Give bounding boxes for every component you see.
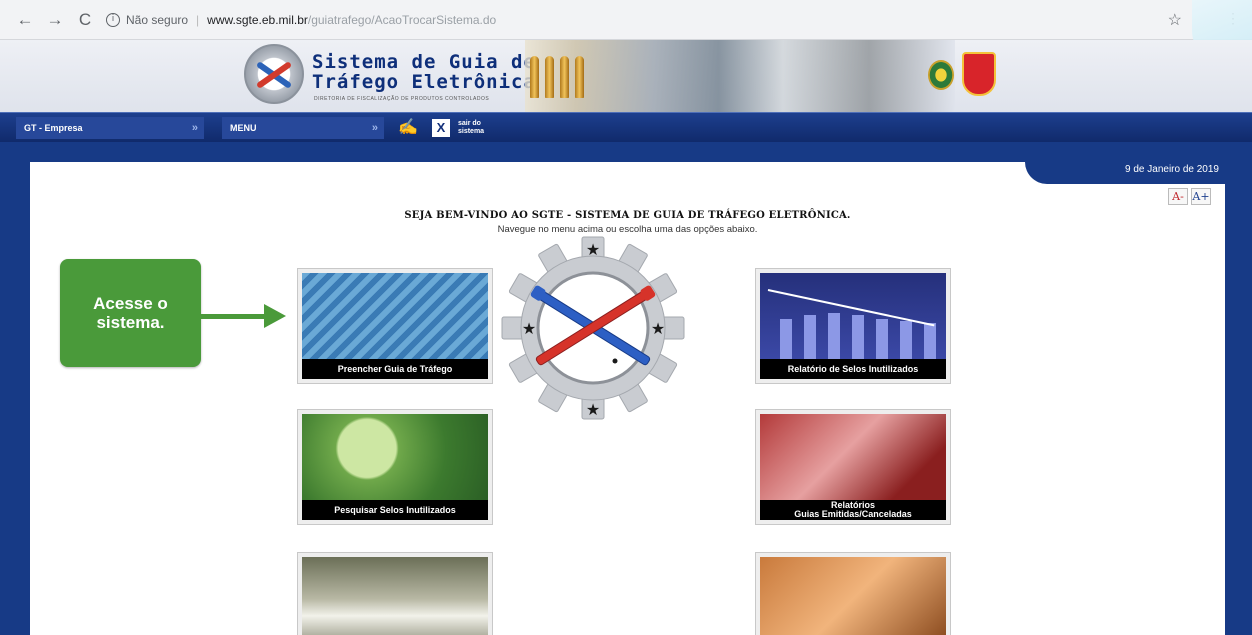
site-subtitle: DIRETORIA DE FISCALIZAÇÃO DE PRODUTOS CO… bbox=[314, 96, 490, 102]
close-icon: X bbox=[432, 119, 450, 137]
gear-emblem-icon: ★ ★ ★ ★ bbox=[501, 236, 685, 420]
tile-pesquisar-label: Pesquisar Selos Inutilizados bbox=[302, 500, 488, 520]
svg-text:★: ★ bbox=[522, 319, 536, 338]
font-decrease-button[interactable]: A- bbox=[1168, 188, 1188, 205]
forward-icon[interactable]: → bbox=[44, 9, 66, 31]
tile-impressao[interactable] bbox=[297, 552, 493, 635]
svg-text:★: ★ bbox=[586, 400, 600, 419]
shield-emblem-icon bbox=[962, 52, 996, 96]
tile-caixas[interactable] bbox=[755, 552, 951, 635]
info-icon[interactable]: i bbox=[106, 12, 120, 27]
address-separator: | bbox=[196, 12, 200, 27]
globe-icon bbox=[302, 414, 488, 500]
tile-relatorio-selos-label: Relatório de Selos Inutilizados bbox=[760, 359, 946, 379]
tile-preencher-guia[interactable]: Preencher Guia de Tráfego bbox=[297, 268, 493, 384]
site-title-line2: Tráfego Eletrônica bbox=[312, 71, 536, 93]
site-header: Sistema de Guia de Tráfego Eletrônica DI… bbox=[0, 40, 1252, 112]
access-callout: Acesse o sistema. bbox=[60, 259, 201, 367]
back-icon[interactable]: ← bbox=[14, 9, 36, 31]
chart-icon bbox=[760, 273, 946, 359]
url-domain: www.sgte.eb.mil.br bbox=[207, 12, 308, 27]
army-emblem-icon bbox=[928, 60, 954, 90]
ammunition-icon bbox=[530, 56, 584, 98]
exit-button[interactable]: X sair do sistema bbox=[432, 117, 508, 139]
welcome-title: SEJA BEM-VINDO AO SGTE - SISTEMA DE GUIA… bbox=[404, 210, 851, 221]
main-navbar: GT - Empresa » MENU » ✍ X sair do sistema bbox=[0, 112, 1252, 142]
nav-menu[interactable]: MENU » bbox=[222, 117, 384, 139]
arrow-right-icon bbox=[264, 304, 286, 328]
callout-text: Acesse o sistema. bbox=[93, 294, 168, 332]
address-bar[interactable]: i Não seguro | www.sgte.eb.mil.br /guiat… bbox=[106, 7, 1206, 33]
browser-toolbar: ← → C i Não seguro | www.sgte.eb.mil.br … bbox=[0, 0, 1252, 70]
pen-document-icon bbox=[760, 414, 946, 500]
nav-empresa[interactable]: GT - Empresa » bbox=[16, 117, 204, 139]
svg-text:★: ★ bbox=[586, 240, 600, 259]
pen-icon[interactable]: ✍ bbox=[394, 117, 422, 139]
font-size-controls: A- A+ bbox=[1168, 188, 1211, 205]
font-increase-button[interactable]: A+ bbox=[1191, 188, 1211, 205]
chevron-right-icon: » bbox=[371, 122, 378, 134]
sgte-logo-icon bbox=[244, 44, 304, 104]
tile-relatorios-label: Relatórios Guias Emitidas/Canceladas bbox=[760, 500, 946, 520]
tile-relatorio-selos[interactable]: Relatório de Selos Inutilizados bbox=[755, 268, 951, 384]
url-path: /guiatrafego/AcaoTrocarSistema.do bbox=[307, 12, 497, 27]
tile-preencher-label: Preencher Guia de Tráfego bbox=[302, 359, 488, 379]
chevron-right-icon: » bbox=[191, 122, 198, 134]
svg-text:★: ★ bbox=[651, 319, 665, 338]
reload-icon[interactable]: C bbox=[74, 9, 96, 31]
exit-label: sair do sistema bbox=[458, 120, 485, 135]
site-title-line1: Sistema de Guia de bbox=[312, 51, 536, 73]
nav-menu-label: MENU bbox=[230, 123, 257, 133]
nav-empresa-label: GT - Empresa bbox=[24, 123, 83, 133]
header-banner-image bbox=[525, 40, 955, 112]
callout-arrow-icon bbox=[201, 314, 267, 319]
printer-icon bbox=[302, 557, 488, 635]
keyboard-icon bbox=[302, 273, 488, 359]
tile-relatorios-guias[interactable]: Relatórios Guias Emitidas/Canceladas bbox=[755, 409, 951, 525]
tile-pesquisar-selos[interactable]: Pesquisar Selos Inutilizados bbox=[297, 409, 493, 525]
boxes-icon bbox=[760, 557, 946, 635]
bookmark-star-icon[interactable]: ☆ bbox=[1168, 10, 1182, 30]
security-status: Não seguro bbox=[126, 12, 189, 27]
current-date: 9 de Janeiro de 2019 bbox=[1025, 162, 1225, 184]
